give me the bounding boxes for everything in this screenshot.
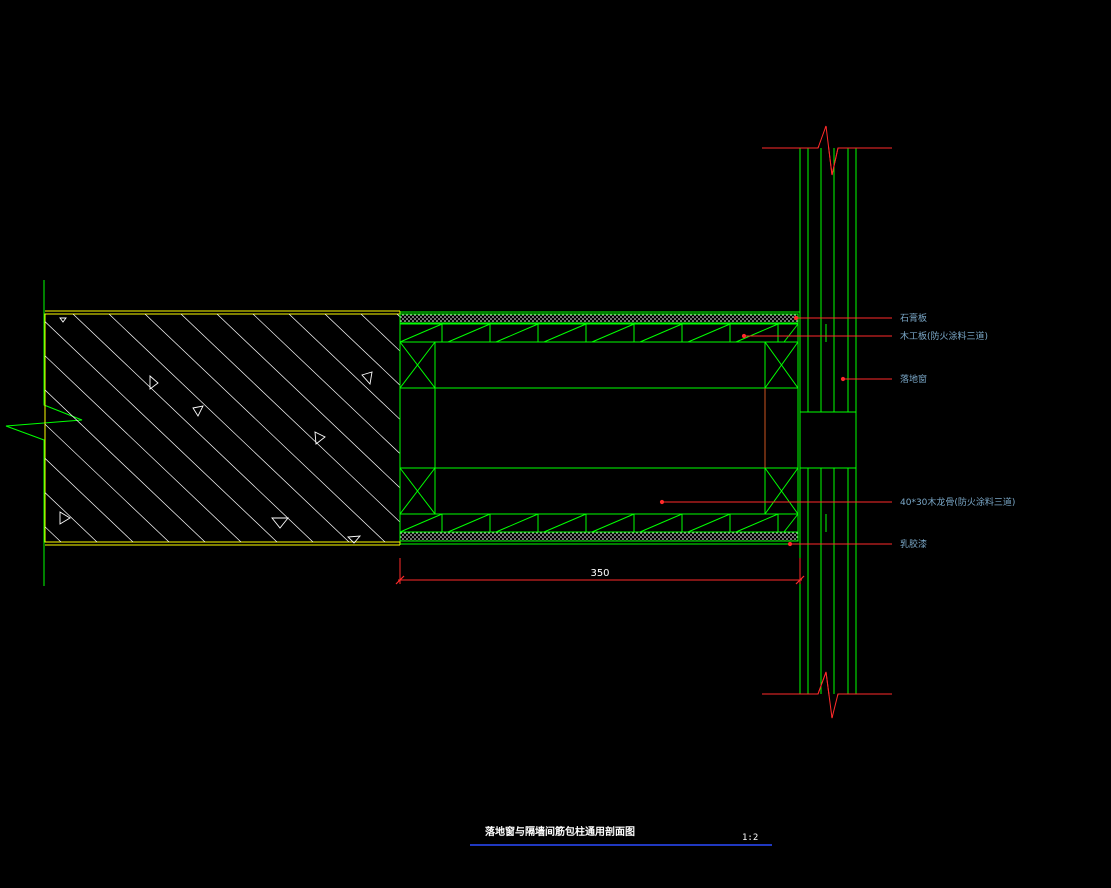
column-cladding (399, 311, 827, 545)
dimension-value: 350 (590, 568, 609, 579)
callout-window: 落地窗 (900, 373, 927, 385)
wall-aggregate (59, 317, 373, 544)
title-block: 落地窗与隔墙间筋包柱通用剖面图 1:2 (470, 825, 772, 846)
keel-blocks (399, 341, 799, 515)
cad-drawing-canvas: 350 石膏板 木工板(防火涂料三道) 落地窗 40*30木龙骨(防火涂料三道)… (5, 125, 1015, 846)
dimension-350: 350 (395, 558, 805, 585)
wall-break-line (5, 280, 83, 586)
floor-window (762, 125, 892, 719)
callouts (659, 315, 892, 547)
keel-frame (399, 341, 799, 515)
callout-paint: 乳胶漆 (900, 538, 927, 550)
wall-outline (44, 313, 401, 543)
callout-plywood: 木工板(防火涂料三道) (900, 330, 988, 342)
wall-hatch (45, 314, 400, 542)
plywood-hatch (399, 323, 827, 533)
gypsum-top (399, 313, 799, 324)
drawing-scale: 1:2 (742, 833, 758, 843)
callout-gypsum: 石膏板 (900, 312, 927, 324)
callout-keel: 40*30木龙骨(防火涂料三道) (900, 496, 1015, 508)
gypsum-bottom (399, 531, 799, 542)
drawing-title: 落地窗与隔墙间筋包柱通用剖面图 (485, 825, 635, 838)
